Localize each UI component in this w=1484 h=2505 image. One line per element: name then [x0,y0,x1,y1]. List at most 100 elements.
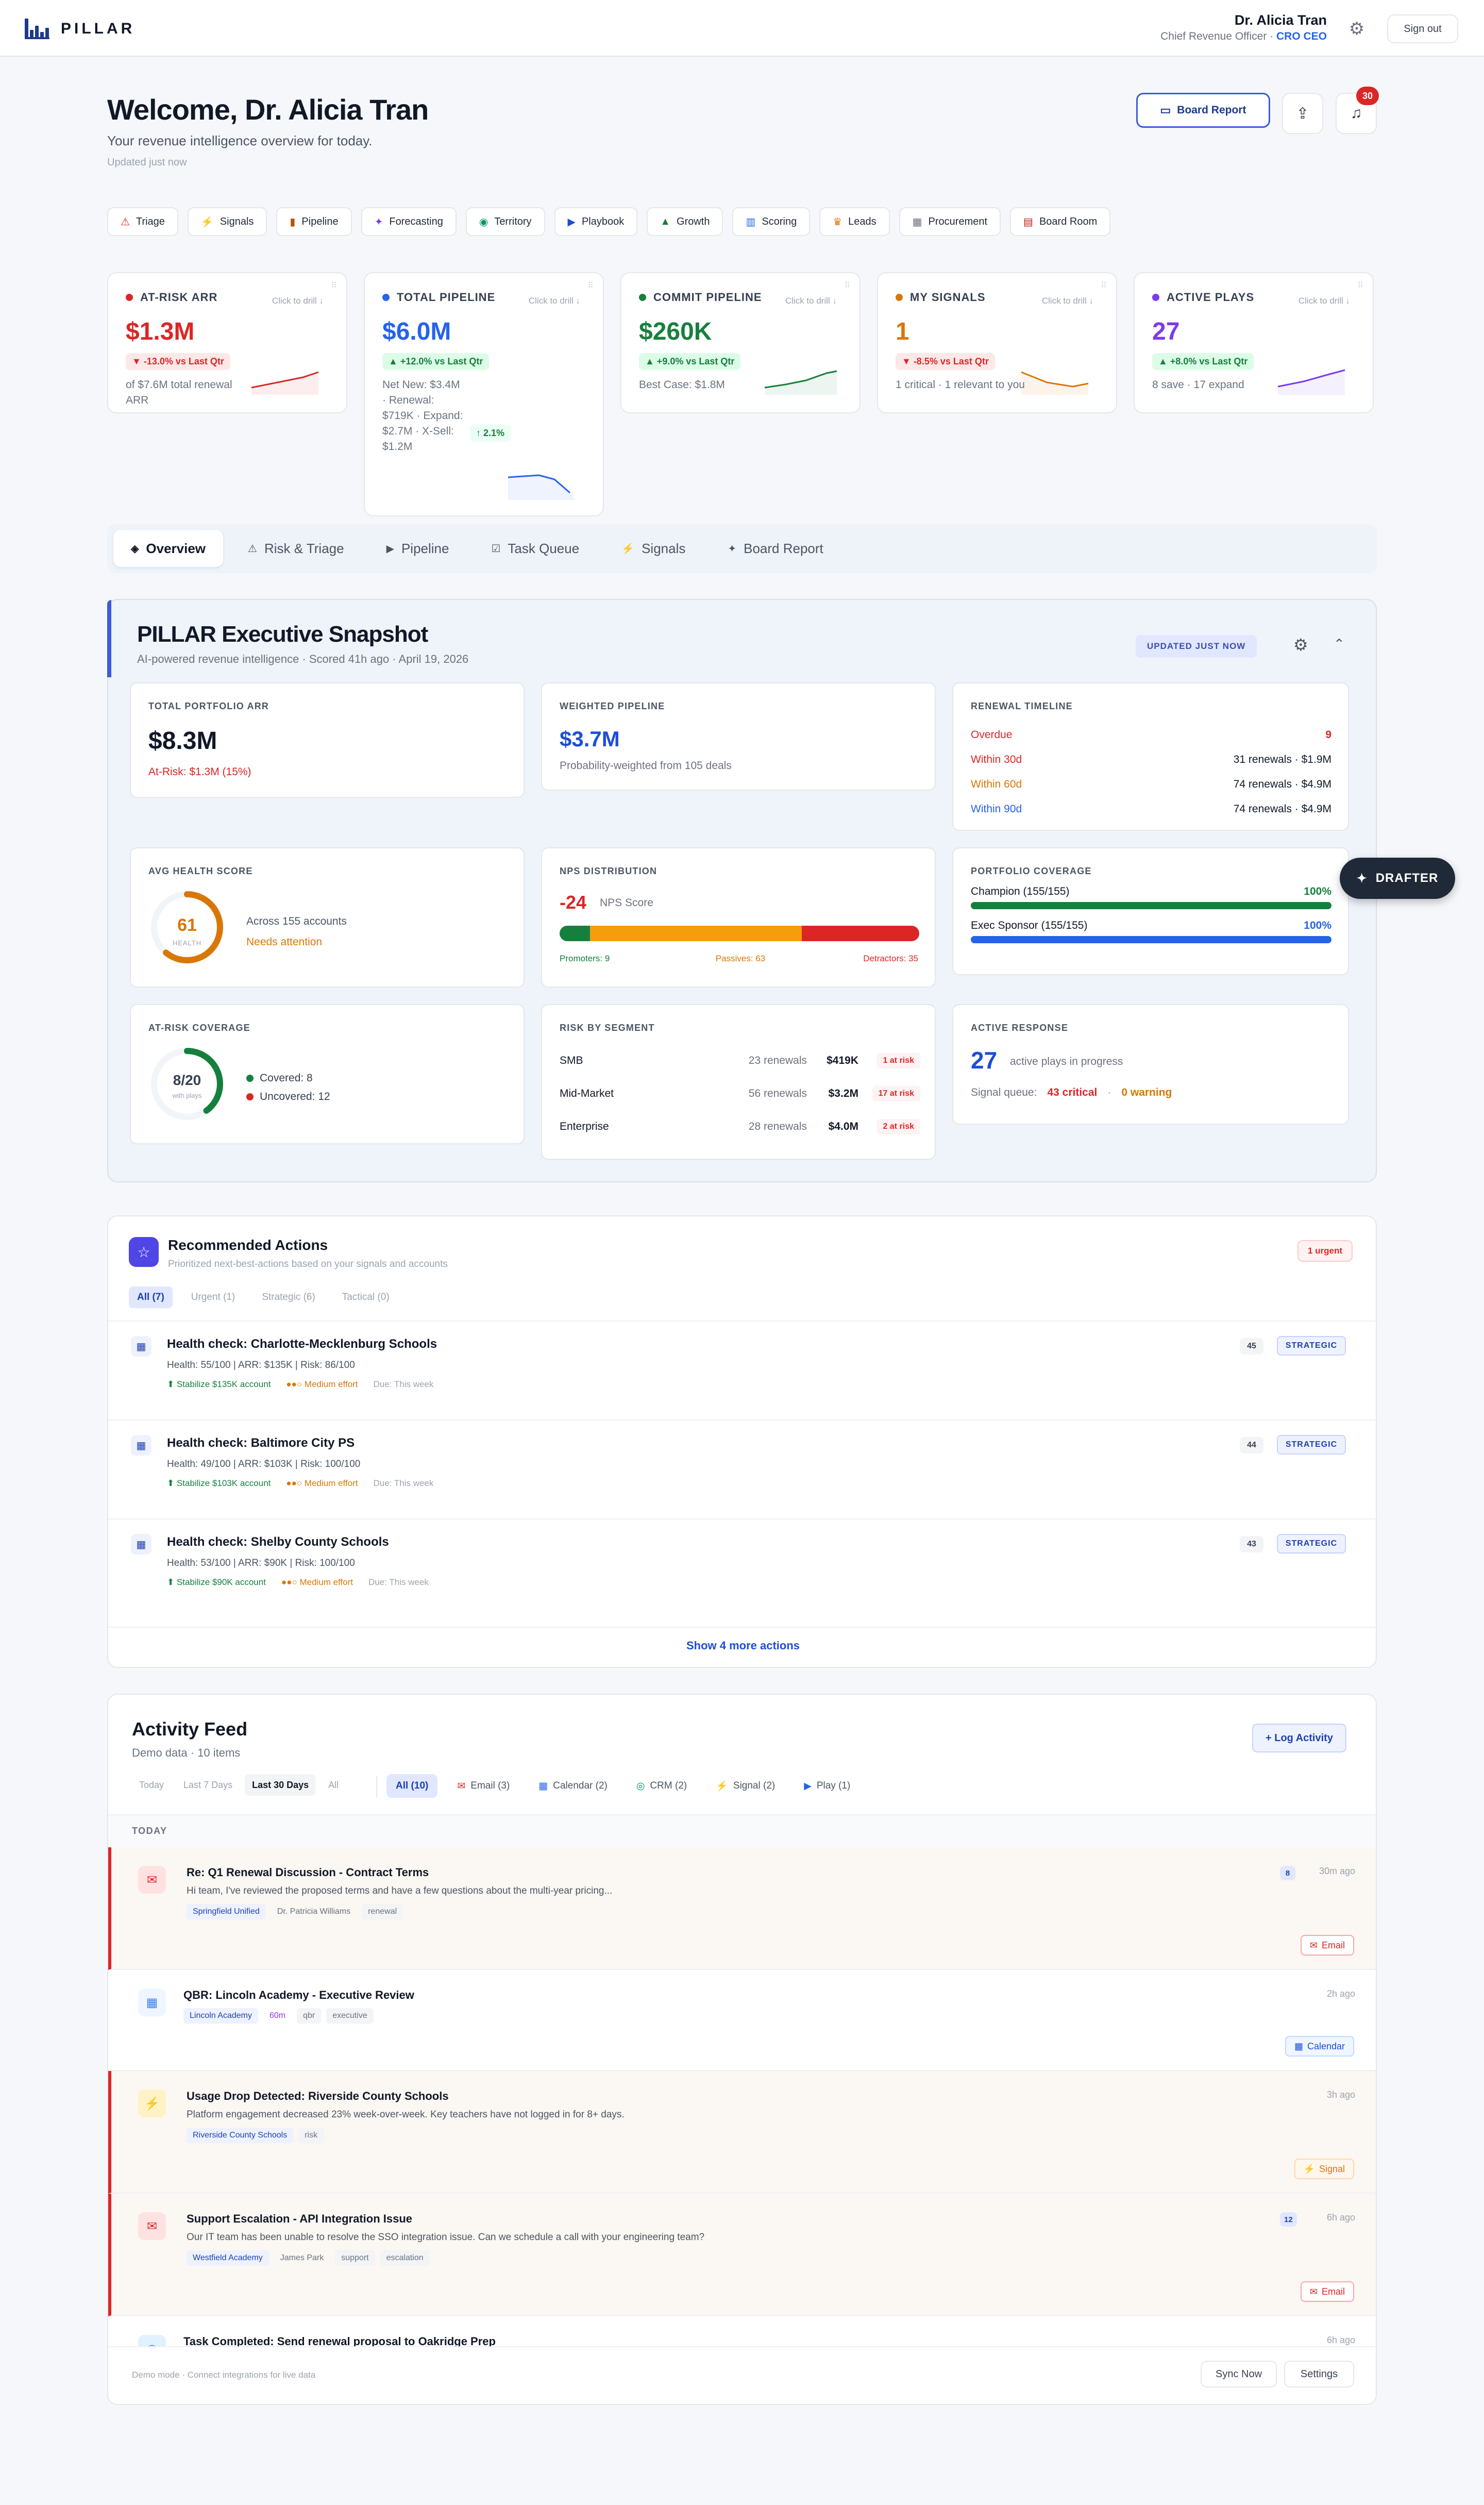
feed-item-time: 6h ago [1326,2212,1355,2223]
active-response-card[interactable]: ACTIVE RESPONSE 27 active plays in progr… [952,1004,1349,1125]
type-filter-signal[interactable]: ⚡ Signal (2) [706,1774,784,1798]
renewal-row: Overdue 9 [971,723,1331,747]
email-type-badge[interactable]: ✉ Email [1300,2281,1354,2302]
time-filter-last-30-days[interactable]: Last 30 Days [245,1774,316,1796]
tab-pipeline[interactable]: ▶ Pipeline [369,530,467,567]
kpi-card-commit-pipeline[interactable]: ⠿ Click to drill ↓ COMMIT PIPELINE $260K ▲ +… [620,272,861,413]
nav-pill-triage[interactable]: ⚠ Triage [107,207,178,236]
kpi-card-total-pipeline[interactable]: ⠿ Click to drill ↓ TOTAL PIPELINE $6.0M ▲ +1… [364,272,604,516]
nav-pill-procurement[interactable]: ▦ Procurement [899,207,1001,236]
nav-pill-growth[interactable]: ▲ Growth [647,207,723,236]
type-filter-play[interactable]: ▶ Play (1) [795,1774,859,1798]
board-report-button[interactable]: ▭ Board Report [1136,93,1270,128]
kpi-change-badge: ▲ +9.0% vs Last Qtr [639,353,741,370]
tab-risk-triage[interactable]: ⚠ Risk & Triage [230,530,362,567]
type-filter-crm[interactable]: ◎ CRM (2) [627,1774,696,1798]
drag-handle-icon[interactable]: ⠿ [331,280,337,291]
feed-item[interactable]: ▦ QBR: Lincoln Academy - Executive Review… [108,1970,1376,2071]
filter-all[interactable]: All (7) [129,1287,173,1308]
action-item[interactable]: ▦ Health check: Shelby County Schools Heal… [108,1519,1378,1618]
signal-type-badge[interactable]: ⚡ Signal [1294,2159,1354,2179]
feed-tag[interactable]: renewal [362,1904,403,1919]
portfolio-coverage-card[interactable]: PORTFOLIO COVERAGE Champion (155/155) 100… [952,847,1349,975]
nav-pill-forecasting[interactable]: ✦ Forecasting [361,207,457,236]
nav-pill-board-room[interactable]: ▤ Board Room [1010,207,1111,236]
tab-board-report[interactable]: ✦ Board Report [710,530,840,567]
calendar-type-badge[interactable]: ▦ Calendar [1285,2036,1354,2057]
feed-tag[interactable]: Springfield Unified [187,1904,266,1919]
time-filter-today[interactable]: Today [132,1774,171,1796]
nps-card[interactable]: NPS DISTRIBUTION -24 NPS Score Promoters… [541,847,936,988]
action-item[interactable]: ▦ Health check: Baltimore City PS Health: … [108,1421,1378,1519]
drafter-button[interactable]: ✦ DRAFTER [1340,858,1455,899]
kpi-card-at-risk-arr[interactable]: ⠿ Click to drill ↓ AT-RISK ARR $1.3M ▼ -13.0… [107,272,347,413]
tab-signals[interactable]: ⚡ Signals [604,530,703,567]
nav-pill-signals[interactable]: ⚡ Signals [187,207,267,236]
user-role-link[interactable]: CRO CEO [1276,30,1327,42]
tab-task-queue[interactable]: ☑ Task Queue [474,530,597,567]
drag-handle-icon[interactable]: ⠿ [1357,280,1363,291]
filter-urgent[interactable]: Urgent (1) [183,1287,244,1308]
total-arr-card[interactable]: TOTAL PORTFOLIO ARR $8.3M At-Risk: $1.3M… [130,682,525,798]
risk-by-segment-card[interactable]: RISK BY SEGMENT SMB 23 renewals $419K 1 at … [541,1004,936,1160]
feed-tag[interactable]: Dr. Patricia Williams [271,1904,357,1919]
drill-hint[interactable]: Click to drill ↓ [785,296,837,306]
feed-tag[interactable]: support [335,2250,375,2266]
nav-pill-territory[interactable]: ◉ Territory [465,207,545,236]
feed-item[interactable]: ⚡ Usage Drop Detected: Riverside County S… [108,2071,1376,2194]
nav-pill-label: Playbook [581,215,625,227]
kpi-dot [1152,294,1159,301]
tab-overview[interactable]: ◈ Overview [113,530,224,567]
snapshot-settings-icon[interactable]: ⚙ [1293,635,1308,655]
show-more-link[interactable]: Show 4 more actions [108,1639,1378,1652]
filter-strategic[interactable]: Strategic (6) [254,1287,323,1308]
email-type-badge[interactable]: ✉ Email [1300,1935,1354,1956]
kpi-card-active-plays[interactable]: ⠿ Click to drill ↓ ACTIVE PLAYS 27 ▲ +8.0% v… [1134,272,1374,413]
kpi-card-my-signals[interactable]: ⠿ Click to drill ↓ MY SIGNALS 1 ▼ -8.5% vs L… [877,272,1117,413]
type-filter-email[interactable]: ✉ Email (3) [448,1774,519,1798]
feed-tag[interactable]: Lincoln Academy [183,2008,258,2024]
kpi-title: TOTAL PIPELINE [397,291,496,304]
renewal-timeline-card[interactable]: RENEWAL TIMELINE Overdue 9 Within 30d 31 re… [952,682,1349,831]
share-button[interactable]: ⇪ [1282,93,1323,134]
drill-hint[interactable]: Click to drill ↓ [529,296,580,306]
time-filter-all[interactable]: All [321,1774,346,1796]
feed-tag[interactable]: risk [298,2128,324,2143]
nav-pill-scoring[interactable]: ▥ Scoring [732,207,811,236]
sign-out-button[interactable]: Sign out [1387,14,1458,43]
feed-item[interactable]: ✉ Re: Q1 Renewal Discussion - Contract Te… [108,1847,1376,1970]
tab-label: Signals [642,540,686,556]
at-risk-coverage-card[interactable]: AT-RISK COVERAGE 8/20 with plays Covered… [130,1004,525,1144]
feed-tag[interactable]: Westfield Academy [187,2250,269,2266]
drill-hint[interactable]: Click to drill ↓ [1298,296,1350,306]
settings-gear-icon[interactable]: ⚙ [1346,19,1367,39]
nav-pill-label: Signals [220,215,254,227]
nav-pill-leads[interactable]: ♛ Leads [819,207,890,236]
drag-handle-icon[interactable]: ⠿ [587,280,594,291]
collapse-chevron-icon[interactable]: ⌃ [1334,636,1345,652]
feed-tag[interactable]: James Park [274,2250,330,2266]
feed-tag[interactable]: qbr [297,2008,322,2024]
feed-tag[interactable]: executive [326,2008,374,2024]
feed-tag[interactable]: escalation [380,2250,430,2266]
drag-handle-icon[interactable]: ⠿ [1101,280,1107,291]
avg-health-card[interactable]: AVG HEALTH SCORE 61 HEALTH Across 155 ac… [130,847,525,988]
nav-pill-playbook[interactable]: ▶ Playbook [554,207,638,236]
type-filter-all[interactable]: All (10) [386,1774,438,1798]
time-filter-last-7-days[interactable]: Last 7 Days [176,1774,240,1796]
nav-pill-pipeline[interactable]: ▮ Pipeline [276,207,352,236]
action-item[interactable]: ▦ Health check: Charlotte-Mecklenburg Sch… [108,1322,1378,1421]
brand-logo[interactable]: PILLAR [25,19,135,39]
feed-item[interactable]: ✉ Support Escalation - API Integration Is… [108,2194,1376,2316]
drill-hint[interactable]: Click to drill ↓ [1042,296,1093,306]
drill-hint[interactable]: Click to drill ↓ [272,296,324,306]
feed-tag[interactable]: 60m [263,2008,292,2024]
log-activity-button[interactable]: + Log Activity [1252,1724,1346,1752]
type-filter-calendar[interactable]: ▦ Calendar (2) [529,1774,617,1798]
filter-tactical[interactable]: Tactical (0) [334,1287,398,1308]
sync-now-button[interactable]: Sync Now [1201,2361,1277,2387]
drag-handle-icon[interactable]: ⠿ [844,280,850,291]
weighted-pipeline-card[interactable]: WEIGHTED PIPELINE $3.7M Probability-weig… [541,682,936,791]
feed-tag[interactable]: Riverside County Schools [187,2128,294,2143]
feed-settings-button[interactable]: Settings [1284,2361,1354,2387]
